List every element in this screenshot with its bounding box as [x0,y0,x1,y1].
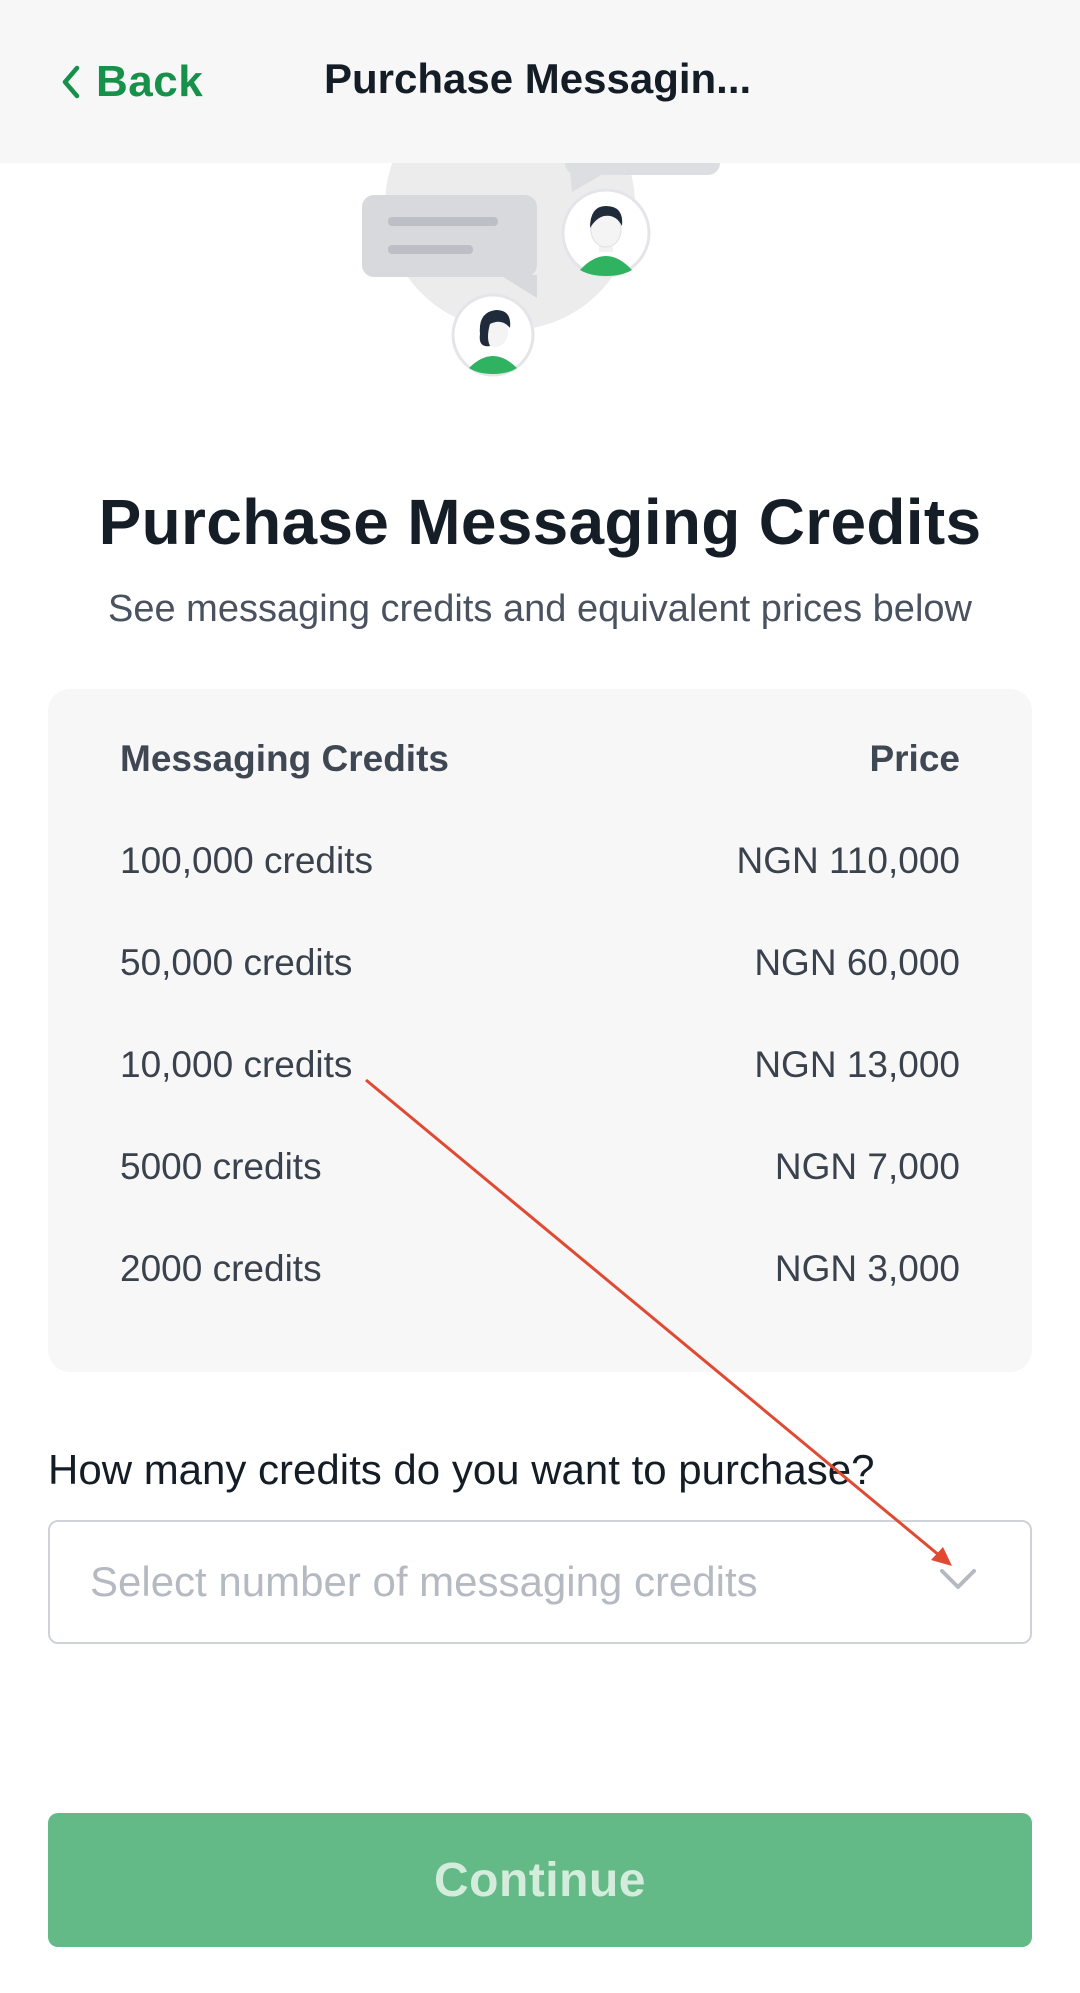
credits-select[interactable]: Select number of messaging credits [48,1520,1032,1644]
bubble-left [362,195,537,277]
price-cell: NGN 60,000 [754,942,960,983]
column-header-price: Price [869,738,960,779]
price-table-header: Messaging Credits Price [120,729,960,789]
credits-cell: 10,000 credits [120,1044,353,1085]
credits-cell: 2000 credits [120,1248,322,1289]
back-button[interactable]: Back [60,54,203,110]
price-cell: NGN 13,000 [754,1044,960,1085]
table-row: 5000 credits NGN 7,000 [120,1137,960,1197]
nav-title: Purchase Messagin... [324,55,752,102]
page-subtitle: See messaging credits and equivalent pri… [108,588,972,630]
credits-cell: 5000 credits [120,1146,322,1187]
continue-label: Continue [434,1853,646,1907]
credits-cell: 100,000 credits [120,840,374,881]
credits-cell: 50,000 credits [120,942,353,983]
page-title: Purchase Messaging Credits [98,486,982,558]
price-cell: NGN 110,000 [736,840,961,881]
avatar-woman [451,293,535,377]
credits-question-label: How many credits do you want to purchase… [48,1446,875,1493]
price-cell: NGN 7,000 [774,1146,960,1187]
price-cell: NGN 3,000 [774,1248,960,1289]
table-row: 10,000 credits NGN 13,000 [120,1035,960,1095]
price-table: Messaging Credits Price 100,000 credits … [48,689,1032,1372]
table-row: 2000 credits NGN 3,000 [120,1239,960,1299]
continue-button[interactable]: Continue [48,1813,1032,1947]
table-row: 100,000 credits NGN 110,000 [120,831,960,891]
column-header-credits: Messaging Credits [120,738,449,779]
table-row: 50,000 credits NGN 60,000 [120,933,960,993]
avatar-man [561,188,651,278]
chevron-left-icon [62,65,80,99]
select-placeholder: Select number of messaging credits [90,1558,758,1605]
back-label: Back [96,57,204,106]
nav-bar: Back Purchase Messagin... [0,0,1080,163]
chevron-down-icon[interactable] [938,1566,978,1592]
